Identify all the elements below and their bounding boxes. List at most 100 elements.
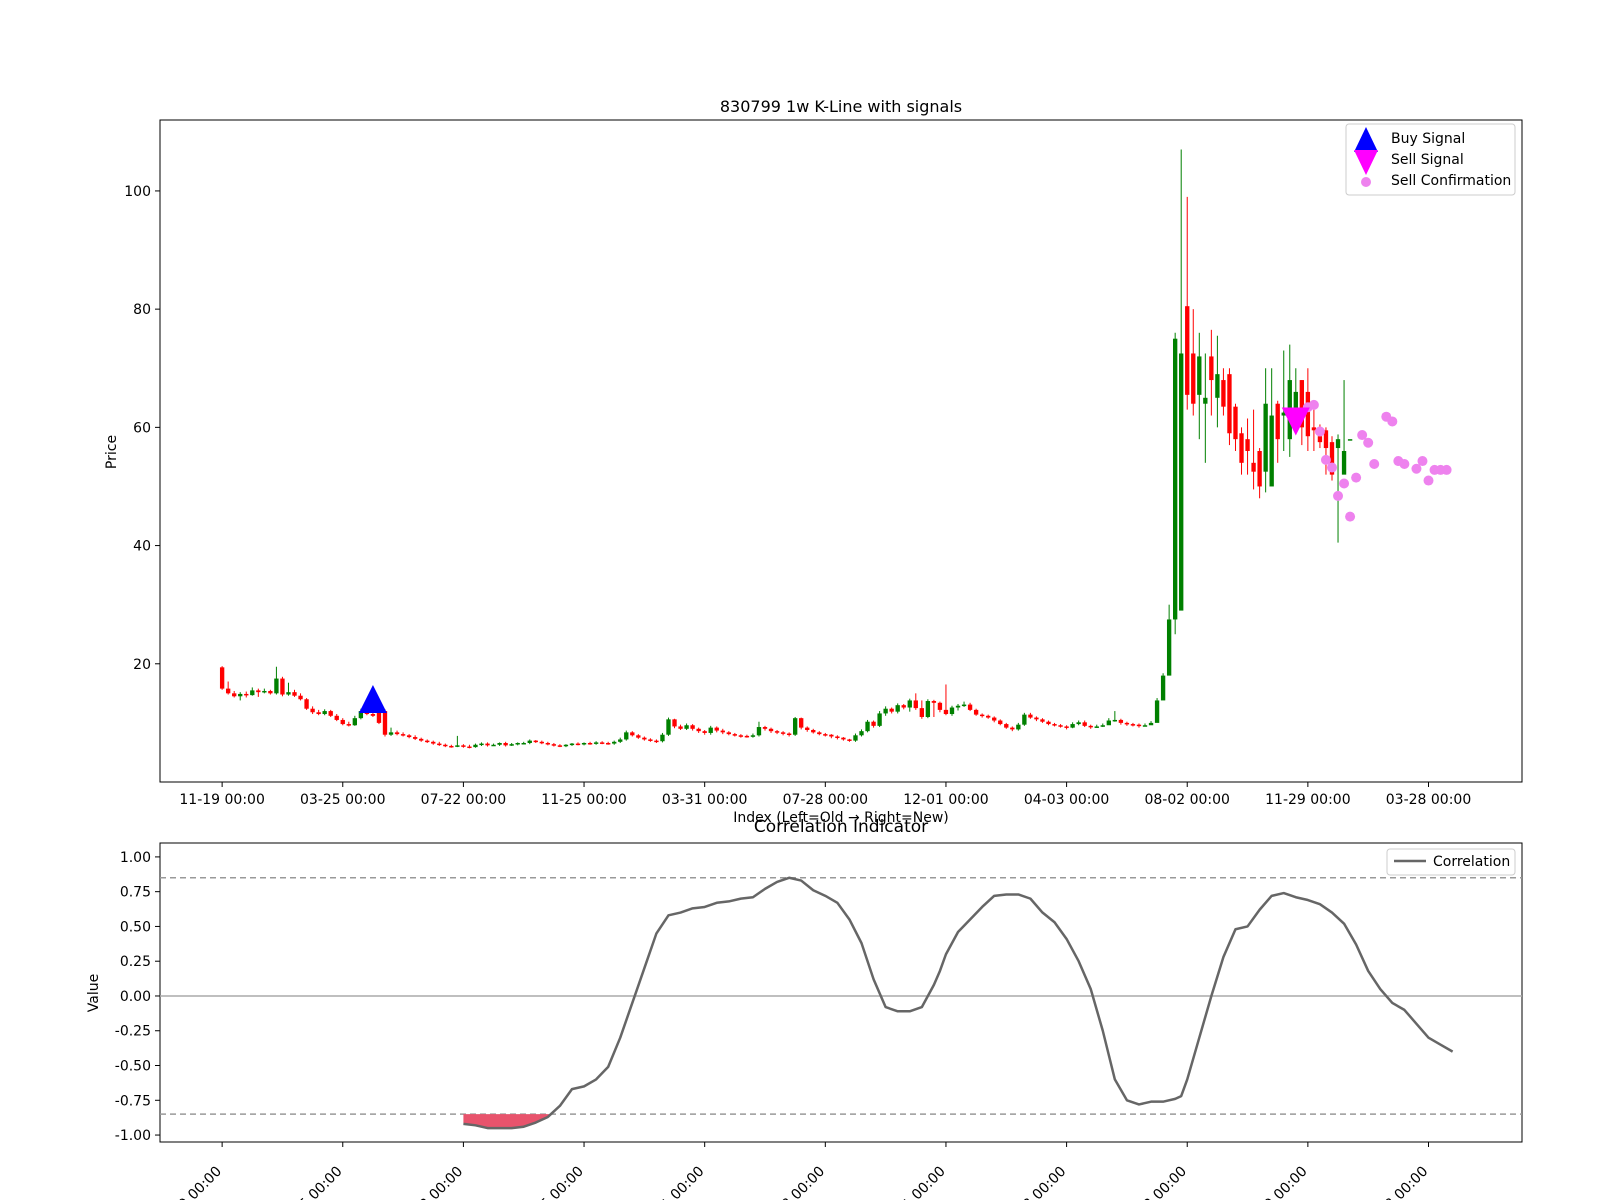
correlation-x-tick-label: 03-31 00:00: [636, 1164, 708, 1200]
candle-body: [521, 742, 526, 745]
candle-body: [847, 739, 852, 741]
candle-body: [225, 688, 231, 694]
correlation-title: Correlation Indicator: [754, 817, 928, 837]
candle-body: [919, 708, 924, 717]
kline-y-tick-label: 40: [133, 539, 151, 555]
candle-body: [1076, 722, 1081, 725]
candle-body: [1347, 439, 1353, 441]
candle-body: [666, 719, 671, 735]
candle-body: [449, 745, 454, 748]
candle-body: [304, 699, 309, 709]
candle-body: [1160, 675, 1166, 701]
correlation-x-tick-label: 04-03 00:00: [998, 1164, 1070, 1200]
correlation-plot-area: [159, 842, 1523, 1143]
candle-body: [943, 709, 949, 715]
correlation-y-axis: 1.00 0.75 0.50 0.25 0.00 -0.25 -0.50 -0.75 -1.00: [115, 850, 160, 1144]
candle-body: [774, 731, 780, 733]
candle-body: [1172, 338, 1178, 620]
candle-body: [1058, 725, 1063, 727]
kline-y-tick-label: 80: [133, 302, 151, 318]
candle-body: [696, 728, 701, 732]
candle-body: [925, 701, 931, 717]
sell-confirmation-point: [1333, 490, 1344, 501]
candle-body: [720, 730, 725, 733]
candle-body: [533, 740, 538, 743]
candle-body: [599, 742, 605, 744]
candle-body: [473, 744, 478, 748]
correlation-x-tick-label: 12-01 00:00: [877, 1164, 949, 1200]
candle-body: [973, 709, 979, 715]
candle-body: [346, 724, 351, 726]
candle-body: [1118, 719, 1124, 723]
candle-body: [497, 742, 502, 745]
candle-body: [605, 742, 611, 745]
candle-body: [732, 734, 738, 736]
candle-body: [1142, 725, 1148, 727]
kline-plot-area: [159, 119, 1523, 783]
candle-body: [1046, 721, 1051, 725]
candle-body: [955, 705, 961, 708]
candle-body: [1136, 724, 1142, 727]
kline-x-axis: 11-19 00:00 03-25 00:00 07-22 00:00 11-25 0…: [179, 782, 1471, 808]
sell-confirmation-point: [1345, 511, 1356, 522]
candle-body: [702, 731, 707, 733]
sell-confirmation-point: [1351, 472, 1362, 483]
candle-body: [1227, 374, 1232, 434]
candle-body: [744, 735, 750, 738]
candle-body: [901, 705, 906, 708]
candle-body: [382, 711, 388, 735]
candle-body: [799, 718, 804, 728]
candle-body: [370, 714, 376, 716]
candle-body: [262, 690, 267, 693]
candle-body: [883, 708, 888, 714]
candle-body: [1064, 726, 1069, 728]
candle-body: [1004, 724, 1009, 728]
figure: 830799 1w K-Line with signals 20 40 60 80 10…: [86, 97, 1523, 1200]
sell-confirmation-point: [1314, 426, 1325, 437]
candle-body: [630, 732, 635, 736]
candle-body: [714, 727, 719, 731]
candle-body: [1100, 725, 1105, 727]
candle-body: [859, 731, 864, 736]
candle-body: [232, 693, 237, 697]
sell-confirmation-point: [1441, 464, 1452, 475]
candle-body: [1016, 724, 1021, 730]
candle-body: [551, 744, 557, 746]
candle-body: [334, 715, 339, 720]
candle-body: [587, 742, 593, 745]
sell-confirmation-point: [1369, 459, 1380, 470]
candle-body: [1257, 451, 1262, 487]
kline-x-tick-label: 08-02 00:00: [1144, 792, 1229, 808]
correlation-y-tick-label: 0.00: [120, 989, 151, 1005]
sell-confirmation-point: [1326, 462, 1337, 473]
candle-body: [268, 690, 273, 694]
correlation-x-tick-label: 11-19 00:00: [153, 1164, 225, 1200]
candle-body: [1106, 720, 1111, 726]
candle-body: [1251, 462, 1256, 472]
candle-body: [461, 745, 466, 747]
candle-body: [437, 743, 442, 746]
kline-chart: 830799 1w K-Line with signals 20 40 60 80 10…: [104, 97, 1523, 826]
legend-buy-signal-label: Buy Signal: [1391, 131, 1465, 147]
sell-confirmation-point: [1417, 456, 1428, 467]
candle-body: [443, 744, 448, 747]
candle-body: [1040, 719, 1045, 722]
correlation-y-tick-label: -1.00: [115, 1128, 151, 1144]
candle-body: [786, 733, 792, 736]
candle-body: [612, 741, 617, 744]
candle-body: [931, 701, 937, 703]
candle-body: [328, 711, 333, 716]
candle-body: [1148, 722, 1154, 726]
candle-body: [244, 693, 249, 696]
kline-x-tick-label: 07-22 00:00: [421, 792, 506, 808]
sell-confirmation-point: [1399, 459, 1410, 470]
candle-body: [1154, 700, 1160, 723]
kline-x-tick-label: 04-03 00:00: [1024, 792, 1109, 808]
kline-x-tick-label: 11-19 00:00: [179, 792, 264, 808]
candle-body: [1191, 353, 1196, 404]
candle-body: [256, 690, 261, 693]
candle-body: [1215, 374, 1220, 398]
kline-y-tick-label: 20: [133, 657, 151, 673]
candle-body: [654, 740, 659, 743]
candle-body: [406, 735, 412, 738]
